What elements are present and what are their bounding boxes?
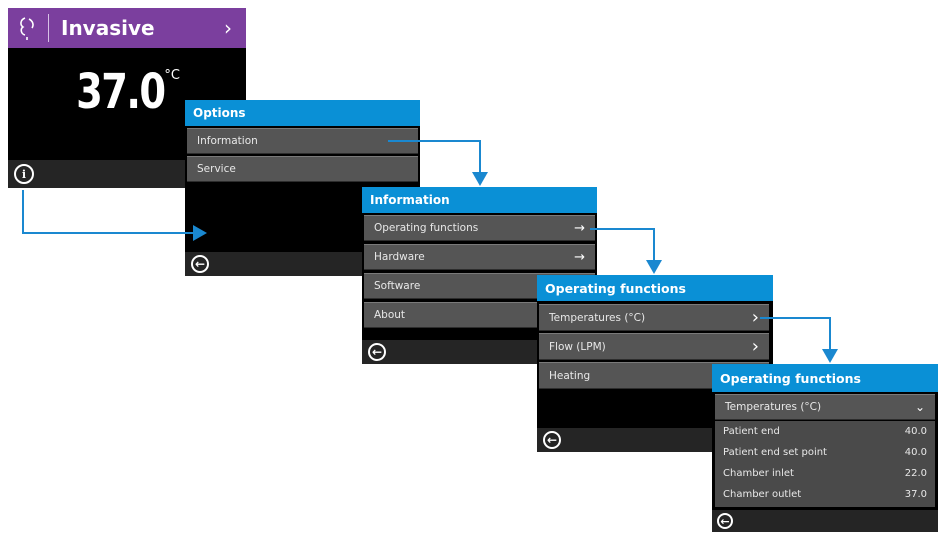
row-value: 40.0 [904,426,927,437]
table-row: Patient end 40.0 [715,421,935,442]
table-row: Chamber inlet 22.0 [715,463,935,484]
chevron-right-icon: › [751,307,759,328]
temperatures-footer: ← [712,510,938,532]
list-item-label: Information [197,135,258,147]
information-title: Information [362,187,597,213]
list-item-label: Flow (LPM) [549,340,606,353]
row-value: 37.0 [904,489,927,500]
list-item-label: Temperatures (°C) [549,311,646,324]
row-label: Patient end [723,426,780,437]
back-arrow-icon[interactable]: ← [191,255,209,273]
mode-divider [48,14,49,42]
row-value: 40.0 [904,447,927,458]
options-item-service[interactable]: Service [187,156,418,182]
list-item-label: Heating [549,369,591,382]
information-item-hardware[interactable]: Hardware → [364,244,595,270]
table-row: Patient end set point 40.0 [715,442,935,463]
mode-header[interactable]: Invasive › [8,8,246,48]
arrow-right-icon: → [574,249,585,265]
list-item-label: Software [374,280,421,292]
back-arrow-icon[interactable]: ← [368,343,386,361]
chevron-down-icon: ⌄ [914,400,925,414]
temperature-unit: °C [164,68,180,83]
info-icon[interactable]: i [14,164,34,184]
temperatures-screen: Operating functions Temperatures (°C) ⌄ … [712,364,938,532]
patient-airway-icon [8,8,48,48]
back-arrow-icon[interactable]: ← [717,513,733,529]
back-arrow-icon[interactable]: ← [543,431,561,449]
chevron-right-icon: › [751,336,759,357]
temperatures-title: Operating functions [712,364,938,392]
operating-item-temperatures[interactable]: Temperatures (°C) › [539,304,769,331]
row-label: Patient end set point [723,447,827,458]
list-item-label: Hardware [374,251,425,263]
row-label: Chamber inlet [723,468,794,479]
connector-operating-to-operating-screen [590,228,662,274]
temperatures-table: Patient end 40.0 Patient end set point 4… [715,421,935,507]
mode-label: Invasive [61,16,155,40]
list-item-label: Operating functions [374,222,479,234]
dropdown-label: Temperatures (°C) [725,401,822,413]
temperatures-dropdown[interactable]: Temperatures (°C) ⌄ [715,394,935,420]
list-item-label: About [374,309,406,321]
operating-functions-title: Operating functions [537,275,773,301]
arrow-right-icon: → [574,220,585,236]
list-item-label: Service [197,163,236,175]
connector-info-to-options [22,190,207,241]
row-label: Chamber outlet [723,489,802,500]
chevron-right-icon[interactable]: › [224,16,232,40]
information-item-operating-functions[interactable]: Operating functions → [364,215,595,241]
operating-item-flow[interactable]: Flow (LPM) › [539,333,769,360]
options-title: Options [185,100,420,126]
row-value: 22.0 [904,468,927,479]
table-row: Chamber outlet 37.0 [715,484,935,505]
temperature-value: 37.0 [76,64,166,120]
options-item-information[interactable]: Information [187,128,418,154]
